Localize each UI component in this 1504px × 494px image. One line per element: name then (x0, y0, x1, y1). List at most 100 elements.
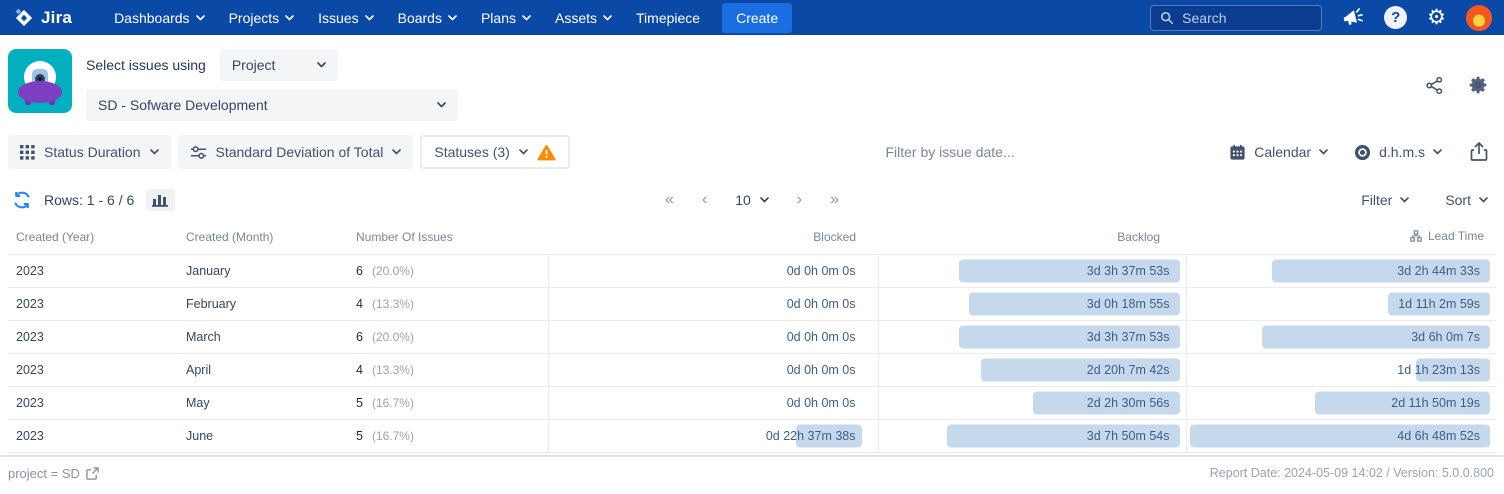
chevron-down-icon (1479, 197, 1488, 203)
report-type-select[interactable]: Status Duration (8, 135, 171, 169)
pagination-last-button[interactable]: » (830, 192, 839, 208)
cell-issues-percent: (20.0%) (372, 330, 414, 344)
pagination: « ‹ 10 › » (665, 192, 839, 208)
chevron-down-icon (1319, 149, 1328, 155)
calendar-icon (1229, 144, 1246, 161)
report-header: Select issues using Project SD - Sofware… (0, 35, 1504, 131)
table-row: 2023June5(16.7%)0d 22h 37m 38s3d 7h 50m … (8, 419, 1496, 452)
cell-created-month: June (186, 419, 356, 452)
share-icon[interactable] (1425, 76, 1444, 95)
col-header-created-year[interactable]: Created (Year) (8, 221, 186, 254)
time-format-select[interactable]: d.h.m.s (1354, 144, 1442, 161)
nav-item-plans[interactable]: Plans (469, 3, 543, 33)
pagination-first-button[interactable]: « (665, 192, 674, 208)
duration-format-icon (1354, 144, 1371, 161)
jira-logo[interactable]: Jira (14, 8, 72, 28)
col-header-backlog[interactable]: Backlog (878, 221, 1186, 254)
project-select-value: SD - Sofware Development (98, 97, 268, 113)
rows-info: Rows: 1 - 6 / 6 (44, 192, 134, 208)
cell-blocked: 0d 0h 0m 0s (548, 353, 878, 386)
report-toolbar: Status Duration Standard Deviation of To… (0, 131, 1504, 181)
nav-menu: Dashboards Projects Issues Boards Plans … (102, 3, 712, 33)
warning-icon (537, 144, 556, 161)
select-issues-label: Select issues using (86, 57, 206, 73)
search-input[interactable] (1182, 10, 1302, 26)
cell-backlog: 2d 2h 30m 56s (878, 386, 1186, 419)
jql-query-link[interactable]: project = SD (8, 466, 99, 481)
status-duration-table: Created (Year) Created (Month) Number Of… (8, 221, 1496, 453)
cell-issues-percent: (16.7%) (372, 429, 414, 443)
cell-number-of-issues: 6(20.0%) (356, 254, 548, 287)
nav-item-assets[interactable]: Assets (543, 3, 624, 33)
chart-toggle-button[interactable] (146, 189, 175, 211)
col-header-created-month[interactable]: Created (Month) (186, 221, 356, 254)
statuses-select[interactable]: Statuses (3) (420, 135, 569, 169)
pagination-prev-button[interactable]: ‹ (702, 192, 707, 208)
time-format-value: d.h.m.s (1379, 144, 1425, 160)
report-type-value: Status Duration (44, 144, 141, 160)
search-box[interactable] (1150, 5, 1322, 31)
external-link-icon (86, 467, 99, 480)
calendar-select[interactable]: Calendar (1229, 144, 1328, 161)
search-icon (1160, 11, 1174, 25)
cell-backlog: 3d 7h 50m 54s (878, 419, 1186, 452)
cell-backlog: 3d 3h 37m 53s (878, 320, 1186, 353)
table-row: 2023January6(20.0%)0d 0h 0m 0s3d 3h 37m … (8, 254, 1496, 287)
jira-mark-icon (14, 8, 34, 28)
col-header-number-of-issues[interactable]: Number Of Issues (356, 221, 548, 254)
cell-blocked: 0d 0h 0m 0s (548, 254, 878, 287)
chevron-down-icon (1433, 149, 1442, 155)
issue-date-filter[interactable]: Filter by issue date... (765, 144, 1014, 160)
cell-issues-percent: (20.0%) (372, 264, 414, 278)
issue-source-select[interactable]: Project (220, 49, 338, 81)
avatar[interactable] (1466, 5, 1492, 31)
report-settings-gear-icon[interactable] (1468, 75, 1488, 95)
page-size-select[interactable]: 10 (735, 192, 769, 208)
announcement-icon[interactable] (1342, 8, 1364, 28)
metric-select[interactable]: Standard Deviation of Total (178, 135, 414, 169)
create-button[interactable]: Create (722, 3, 792, 33)
pagination-next-button[interactable]: › (797, 192, 802, 208)
chevron-down-icon (392, 149, 401, 155)
table-row: 2023February4(13.3%)0d 0h 0m 0s3d 0h 18m… (8, 287, 1496, 320)
refresh-icon[interactable] (12, 190, 32, 210)
nav-item-projects[interactable]: Projects (217, 3, 307, 33)
cell-lead-time: 3d 2h 44m 33s (1186, 254, 1496, 287)
cell-number-of-issues: 4(13.3%) (356, 287, 548, 320)
cell-issues-percent: (16.7%) (372, 396, 414, 410)
cell-number-of-issues: 5(16.7%) (356, 419, 548, 452)
nav-item-timepiece[interactable]: Timepiece (624, 3, 712, 33)
project-select[interactable]: SD - Sofware Development (86, 89, 458, 121)
page-size-value: 10 (735, 192, 751, 208)
filter-label: Filter (1361, 192, 1392, 208)
nav-item-boards[interactable]: Boards (386, 3, 469, 33)
chevron-down-icon (196, 15, 205, 21)
filter-dropdown[interactable]: Filter (1361, 192, 1409, 208)
cell-created-month: January (186, 254, 356, 287)
export-icon[interactable] (1470, 142, 1488, 162)
nav-item-issues[interactable]: Issues (306, 3, 385, 33)
sort-dropdown[interactable]: Sort (1445, 192, 1488, 208)
chevron-down-icon (448, 15, 457, 21)
cell-lead-time: 4d 6h 48m 52s (1186, 419, 1496, 452)
chevron-down-icon (437, 102, 446, 108)
nav-item-dashboards[interactable]: Dashboards (102, 3, 217, 33)
chevron-down-icon (522, 15, 531, 21)
timepiece-app-icon (8, 49, 72, 113)
group-by-icon (1410, 230, 1422, 242)
calendar-label: Calendar (1254, 144, 1311, 160)
cell-created-month: April (186, 353, 356, 386)
cell-created-month: February (186, 287, 356, 320)
report-meta: Report Date: 2024-05-09 14:02 / Version:… (1210, 466, 1494, 480)
cell-created-month: May (186, 386, 356, 419)
col-header-lead-time[interactable]: Lead Time (1186, 221, 1496, 254)
col-header-blocked[interactable]: Blocked (548, 221, 878, 254)
cell-number-of-issues: 5(16.7%) (356, 386, 548, 419)
cell-lead-time: 3d 6h 0m 7s (1186, 320, 1496, 353)
help-icon[interactable]: ? (1384, 6, 1407, 29)
grid-icon (20, 145, 35, 160)
chevron-down-icon (760, 197, 769, 203)
cell-created-year: 2023 (8, 419, 186, 452)
settings-gear-icon[interactable]: ⚙ (1427, 7, 1446, 28)
table-row: 2023April4(13.3%)0d 0h 0m 0s2d 20h 7m 42… (8, 353, 1496, 386)
